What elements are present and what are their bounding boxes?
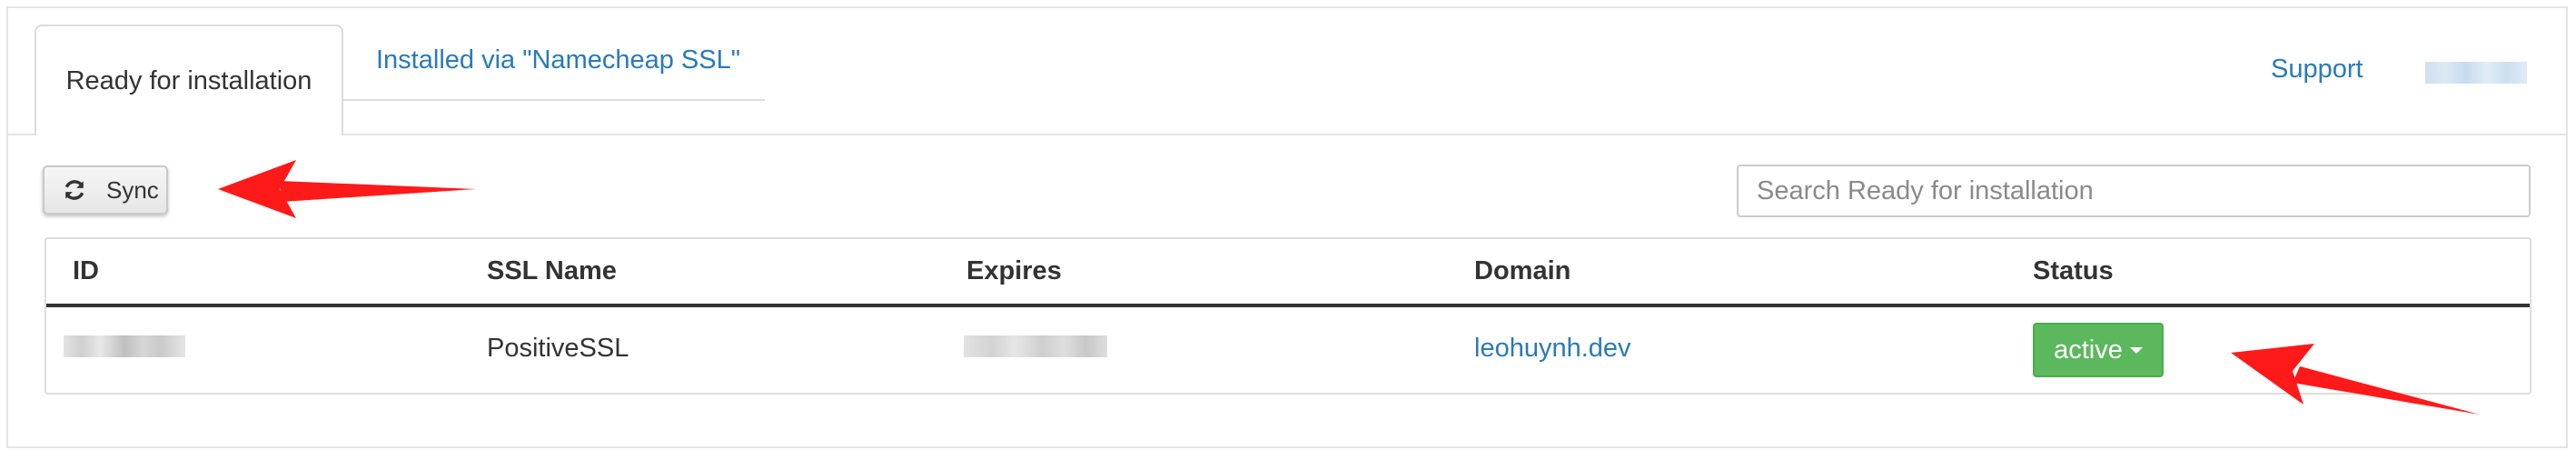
column-header-id[interactable]: ID bbox=[73, 256, 99, 286]
tab-installed-label[interactable]: Installed via "Namecheap SSL" bbox=[376, 45, 740, 75]
caret-down-icon bbox=[2129, 346, 2143, 354]
sync-button-label: Sync bbox=[106, 175, 159, 204]
status-dropdown-button[interactable]: active bbox=[2033, 323, 2164, 377]
user-menu-redacted[interactable] bbox=[2425, 62, 2527, 84]
tab-ready-for-installation[interactable]: Ready for installation bbox=[35, 25, 343, 135]
column-header-ssl-name[interactable]: SSL Name bbox=[487, 256, 617, 286]
ssl-name-cell: PositiveSSL bbox=[487, 334, 629, 363]
expires-cell-redacted bbox=[964, 335, 1107, 357]
refresh-icon bbox=[64, 180, 84, 200]
status-label: active bbox=[2054, 335, 2123, 365]
id-cell-redacted bbox=[64, 335, 185, 357]
column-header-expires[interactable]: Expires bbox=[966, 256, 1062, 286]
tab-divider bbox=[8, 134, 2566, 135]
tab-ready-label: Ready for installation bbox=[65, 65, 312, 95]
sync-button[interactable]: Sync bbox=[43, 165, 168, 215]
column-header-status[interactable]: Status bbox=[2033, 256, 2114, 286]
column-header-domain[interactable]: Domain bbox=[1474, 256, 1570, 286]
domain-link[interactable]: leohuynh.dev bbox=[1474, 334, 1631, 364]
support-link[interactable]: Support bbox=[2271, 55, 2363, 85]
table-header-divider bbox=[46, 304, 2530, 307]
ssl-certificates-page: Ready for installation Installed via "Na… bbox=[0, 0, 2576, 460]
search-input[interactable] bbox=[1737, 165, 2531, 217]
